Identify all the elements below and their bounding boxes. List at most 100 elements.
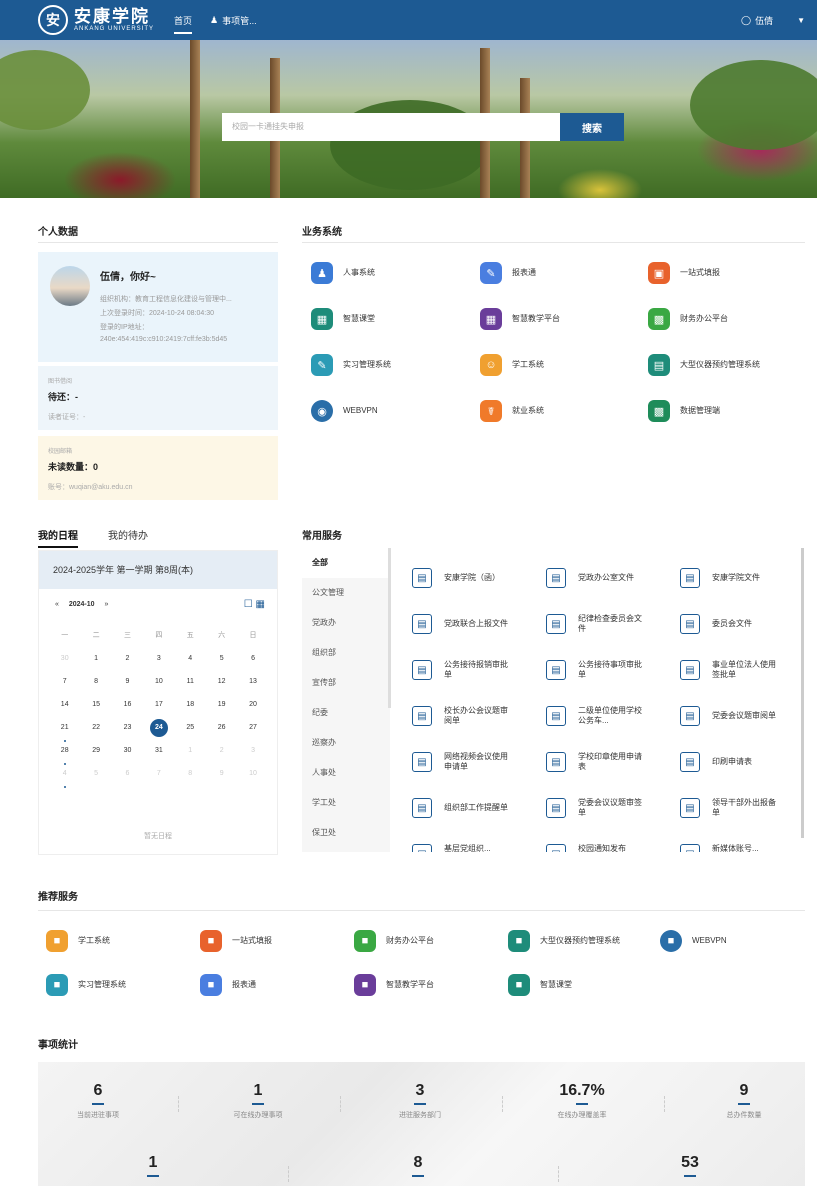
- nav-home[interactable]: 首页: [174, 0, 193, 40]
- service-item[interactable]: ▤ 校园通知发布: [546, 844, 644, 852]
- service-category[interactable]: 人事处: [302, 758, 390, 788]
- recommended-item[interactable]: ■ 实习管理系统: [46, 974, 126, 996]
- calendar-day[interactable]: 22: [80, 721, 111, 744]
- calendar-day[interactable]: 27: [237, 721, 268, 744]
- service-item[interactable]: ▤ 党委会议议题审签单: [546, 798, 644, 818]
- service-item[interactable]: ▤ 公务接待事项审批单: [546, 660, 644, 680]
- next-month-button[interactable]: »: [105, 601, 109, 608]
- calendar-day[interactable]: 1: [175, 744, 206, 767]
- system-item[interactable]: ☺ 学工系统: [480, 354, 544, 376]
- recommended-item[interactable]: ■ 智慧教学平台: [354, 974, 434, 996]
- system-item[interactable]: ♟ 人事系统: [311, 262, 375, 284]
- search-input[interactable]: 校园一卡通挂失申报: [222, 113, 560, 141]
- calendar-day[interactable]: 29: [80, 744, 111, 767]
- calendar-day[interactable]: 7: [49, 675, 80, 698]
- calendar-day[interactable]: 11: [175, 675, 206, 698]
- library-card[interactable]: 图书借阅 待还：- 读者证号：-: [38, 366, 278, 430]
- service-item[interactable]: ▤ 新媒体账号...: [680, 844, 778, 852]
- service-category[interactable]: 宣传部: [302, 668, 390, 698]
- calendar-day[interactable]: 8: [175, 767, 206, 790]
- calendar-day[interactable]: 10: [237, 767, 268, 790]
- calendar-day[interactable]: 9: [112, 675, 143, 698]
- recommended-item[interactable]: ■ 一站式填报: [200, 930, 272, 952]
- service-category[interactable]: 党政办: [302, 608, 390, 638]
- nav-matters[interactable]: ♟ 事项管...: [210, 0, 257, 40]
- tab-my-schedule[interactable]: 我的日程: [38, 527, 78, 548]
- calendar-day[interactable]: 30: [112, 744, 143, 767]
- mail-card[interactable]: 校园邮箱 未读数量：0 账号：wuqian@aku.edu.cn: [38, 436, 278, 500]
- calendar-day-today[interactable]: 24: [143, 719, 174, 744]
- university-logo[interactable]: 安 安康学院 ANKANG UNIVERSITY: [38, 5, 154, 35]
- calendar-day[interactable]: 6: [237, 652, 268, 675]
- service-item[interactable]: ▤ 印刷申请表: [680, 752, 778, 772]
- calendar-day[interactable]: 14: [49, 698, 80, 721]
- service-item[interactable]: ▤ 纪律检查委员会文件: [546, 614, 644, 634]
- system-item[interactable]: ▩ 数据管理端: [648, 400, 720, 422]
- service-item[interactable]: ▤ 党委会议题审阅单: [680, 706, 778, 726]
- calendar-day[interactable]: 13: [237, 675, 268, 698]
- service-item[interactable]: ▤ 安康学院（函）: [412, 568, 510, 588]
- calendar-day[interactable]: 5: [80, 767, 111, 790]
- search-button[interactable]: 搜索: [560, 113, 624, 141]
- service-item[interactable]: ▤ 安康学院文件: [680, 568, 778, 588]
- recommended-item[interactable]: ■ 学工系统: [46, 930, 110, 952]
- service-item[interactable]: ▤ 基层党组织...: [412, 844, 510, 852]
- system-item[interactable]: ▦ 智慧教学平台: [480, 308, 560, 330]
- calendar-day[interactable]: 4: [49, 767, 80, 790]
- recommended-item[interactable]: ■ 财务办公平台: [354, 930, 434, 952]
- service-category[interactable]: 保卫处: [302, 818, 390, 848]
- recommended-item[interactable]: ■ 大型仪器预约管理系统: [508, 930, 624, 952]
- calendar-day[interactable]: 17: [143, 698, 174, 721]
- service-item[interactable]: ▤ 二级单位使用学校公务车...: [546, 706, 644, 726]
- calendar-day[interactable]: 28: [49, 744, 80, 767]
- service-category[interactable]: 组织部: [302, 638, 390, 668]
- calendar-day[interactable]: 5: [206, 652, 237, 675]
- service-item[interactable]: ▤ 公务接待报销审批单: [412, 660, 510, 680]
- service-category[interactable]: 纪委: [302, 698, 390, 728]
- calendar-day[interactable]: 30: [49, 652, 80, 675]
- service-category[interactable]: 学工处: [302, 788, 390, 818]
- calendar-day[interactable]: 12: [206, 675, 237, 698]
- calendar-day[interactable]: 31: [143, 744, 174, 767]
- categories-scrollbar[interactable]: [388, 548, 391, 708]
- calendar-day[interactable]: 6: [112, 767, 143, 790]
- calendar-day[interactable]: 7: [143, 767, 174, 790]
- system-item[interactable]: ◉ WEBVPN: [311, 400, 378, 422]
- recommended-item[interactable]: ■ WEBVPN: [660, 930, 727, 952]
- tab-my-todo[interactable]: 我的待办: [108, 527, 148, 548]
- calendar-day[interactable]: 3: [237, 744, 268, 767]
- calendar-day[interactable]: 16: [112, 698, 143, 721]
- calendar-day[interactable]: 15: [80, 698, 111, 721]
- service-item[interactable]: ▤ 校长办公会议题审阅单: [412, 706, 510, 726]
- calendar-day[interactable]: 2: [206, 744, 237, 767]
- calendar-day[interactable]: 4: [175, 652, 206, 675]
- calendar-view-icon[interactable]: ▦: [256, 599, 265, 610]
- calendar-day[interactable]: 1: [80, 652, 111, 675]
- system-item[interactable]: ✎ 实习管理系统: [311, 354, 391, 376]
- service-item[interactable]: ▤ 学校印章使用申请表: [546, 752, 644, 772]
- calendar-day[interactable]: 9: [206, 767, 237, 790]
- service-item[interactable]: ▤ 领导干部外出报备单: [680, 798, 778, 818]
- system-item[interactable]: ▦ 智慧课堂: [311, 308, 375, 330]
- service-item[interactable]: ▤ 党政办公室文件: [546, 568, 644, 588]
- calendar-day[interactable]: 26: [206, 721, 237, 744]
- calendar-day[interactable]: 21: [49, 721, 80, 744]
- calendar-day[interactable]: 3: [143, 652, 174, 675]
- calendar-day[interactable]: 8: [80, 675, 111, 698]
- service-item[interactable]: ▤ 党政联合上报文件: [412, 614, 510, 634]
- calendar-day[interactable]: 10: [143, 675, 174, 698]
- system-item[interactable]: ▩ 财务办公平台: [648, 308, 728, 330]
- system-item[interactable]: ☤ 就业系统: [480, 400, 544, 422]
- calendar-day[interactable]: 2: [112, 652, 143, 675]
- prev-month-button[interactable]: «: [55, 601, 59, 608]
- services-scrollbar[interactable]: [801, 548, 804, 838]
- system-item[interactable]: ▣ 一站式填报: [648, 262, 720, 284]
- recommended-item[interactable]: ■ 报表通: [200, 974, 256, 996]
- calendar-day[interactable]: 18: [175, 698, 206, 721]
- recommended-item[interactable]: ■ 智慧课堂: [508, 974, 572, 996]
- system-item[interactable]: ▤ 大型仪器预约管理系统: [648, 354, 776, 376]
- service-item[interactable]: ▤ 委员会文件: [680, 614, 778, 634]
- calendar-day[interactable]: 25: [175, 721, 206, 744]
- bookmark-icon[interactable]: ☐: [244, 599, 253, 610]
- user-menu[interactable]: ◯ 伍倩 ▼: [741, 0, 805, 40]
